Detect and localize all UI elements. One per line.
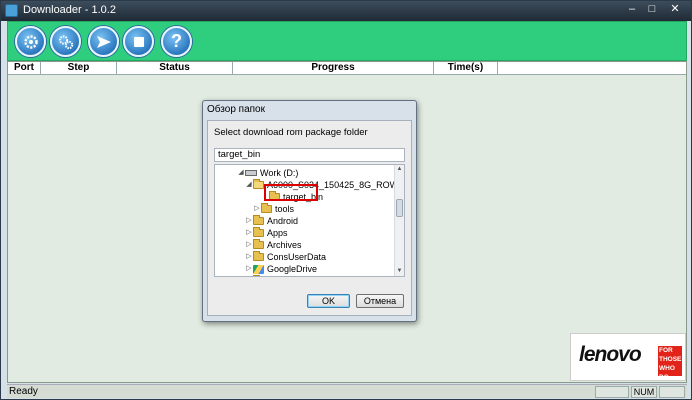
status-cell-blank (595, 386, 629, 398)
tree-item-apps[interactable]: ▷ Apps (245, 227, 288, 239)
folder-path-input[interactable]: target_bin (214, 148, 405, 162)
expander-icon[interactable]: ▷ (245, 215, 253, 227)
tree-item-label: target_bin (283, 192, 324, 202)
tagline-line: THOSE (659, 356, 682, 363)
status-cell-blank (659, 386, 685, 398)
expander-icon[interactable]: ▷ (253, 203, 261, 215)
tree-item-consuserdata[interactable]: ▷ ConsUserData (245, 251, 326, 263)
google-drive-icon (253, 264, 264, 274)
minimize-button[interactable]: – (623, 2, 641, 18)
drive-icon (245, 170, 257, 176)
column-header-time[interactable]: Time(s) (434, 62, 498, 75)
tree-scrollbar[interactable]: ▲ ▼ (394, 165, 404, 276)
tree-item-label: Android (267, 216, 299, 226)
column-header-empty (498, 62, 686, 75)
send-arrow-icon (96, 35, 111, 48)
tree-item-label: Apps (267, 228, 288, 238)
column-header-port[interactable]: Port (8, 62, 41, 75)
gears-icon (58, 34, 73, 49)
expander-icon[interactable]: ◢ (245, 179, 253, 191)
folder-tree[interactable]: ◢ Work (D:) ◢ A6000_S034_150425_8G_ROW t… (214, 164, 405, 277)
tree-item-archives[interactable]: ▷ Archives (245, 239, 302, 251)
folder-icon (253, 239, 264, 249)
tree-item-rom-folder[interactable]: ◢ A6000_S034_150425_8G_ROW (245, 179, 398, 191)
scroll-up-icon[interactable]: ▲ (395, 165, 404, 174)
tree-item-target-bin[interactable]: target_bin (261, 191, 323, 203)
scrollbar-thumb[interactable] (396, 199, 403, 217)
cancel-button[interactable]: Отмена (356, 294, 404, 308)
tree-item-android[interactable]: ▷ Android (245, 215, 298, 227)
expander-icon[interactable]: ▷ (245, 275, 253, 276)
column-header-status[interactable]: Status (117, 62, 233, 75)
tagline-line: WHO DO. (659, 365, 675, 381)
grid-header: Port Step Status Progress Time(s) (8, 62, 686, 75)
start-button[interactable] (88, 26, 119, 57)
help-button[interactable]: ? (161, 26, 192, 57)
folder-icon (253, 227, 264, 237)
tree-item-label: Work (D:) (260, 168, 299, 178)
tree-item-work-drive[interactable]: ◢ Work (D:) (237, 167, 298, 179)
expander-icon[interactable]: ▷ (245, 239, 253, 251)
tagline-line: FOR (659, 347, 673, 354)
help-icon: ? (171, 31, 182, 51)
expander-icon[interactable]: ▷ (245, 251, 253, 263)
tree-item-it[interactable]: ▷ IT (245, 275, 275, 276)
app-window: Downloader - 1.0.2 – □ ✕ ? Port Step Sta… (0, 0, 692, 400)
settings-button[interactable] (15, 26, 46, 57)
tree-item-label: Archives (267, 240, 302, 250)
scroll-down-icon[interactable]: ▼ (395, 267, 404, 276)
dialog-title: Обзор папок (207, 104, 265, 115)
stop-button[interactable] (123, 26, 154, 57)
dialog-prompt: Select download rom package folder (214, 127, 368, 138)
title-bar: Downloader - 1.0.2 – □ ✕ (1, 1, 691, 21)
expander-icon[interactable]: ▷ (245, 263, 253, 275)
expander-icon[interactable]: ◢ (237, 167, 245, 179)
folder-icon (269, 191, 280, 201)
column-header-progress[interactable]: Progress (233, 62, 434, 75)
ok-button[interactable]: OK (307, 294, 350, 308)
browse-folder-dialog: Обзор папок Select download rom package … (202, 100, 417, 322)
expander-icon[interactable]: ▷ (245, 227, 253, 239)
status-bar: Ready NUM (7, 384, 687, 398)
window-title: Downloader - 1.0.2 (23, 4, 116, 16)
tree-item-googledrive[interactable]: ▷ GoogleDrive (245, 263, 317, 275)
folder-icon (261, 203, 272, 213)
maximize-button[interactable]: □ (643, 2, 661, 18)
close-button[interactable]: ✕ (663, 2, 687, 18)
tree-item-label: ConsUserData (267, 252, 327, 262)
toolbar: ? (7, 21, 687, 61)
tree-item-label: tools (275, 204, 295, 214)
status-text: Ready (9, 386, 38, 397)
logo-tagline: FOR THOSE WHO DO. (658, 346, 682, 381)
stop-icon (133, 36, 144, 47)
tree-item-label: GoogleDrive (267, 264, 318, 274)
num-lock-indicator: NUM (631, 386, 657, 398)
tree-item-label: A6000_S034_150425_8G_ROW (267, 180, 399, 190)
folder-icon (253, 251, 264, 261)
dialog-body: Select download rom package folder targe… (207, 120, 412, 316)
folder-icon (253, 215, 264, 225)
column-header-step[interactable]: Step (41, 62, 117, 75)
lenovo-logo: lenovo FOR THOSE WHO DO. (570, 333, 686, 381)
tree-item-tools[interactable]: ▷ tools (253, 203, 294, 215)
advanced-settings-button[interactable] (50, 26, 81, 57)
app-icon (5, 4, 18, 17)
gear-icon (23, 34, 38, 49)
folder-open-icon (253, 179, 264, 189)
tree-item-label: IT (267, 275, 275, 276)
logo-wordmark: lenovo (579, 343, 642, 366)
